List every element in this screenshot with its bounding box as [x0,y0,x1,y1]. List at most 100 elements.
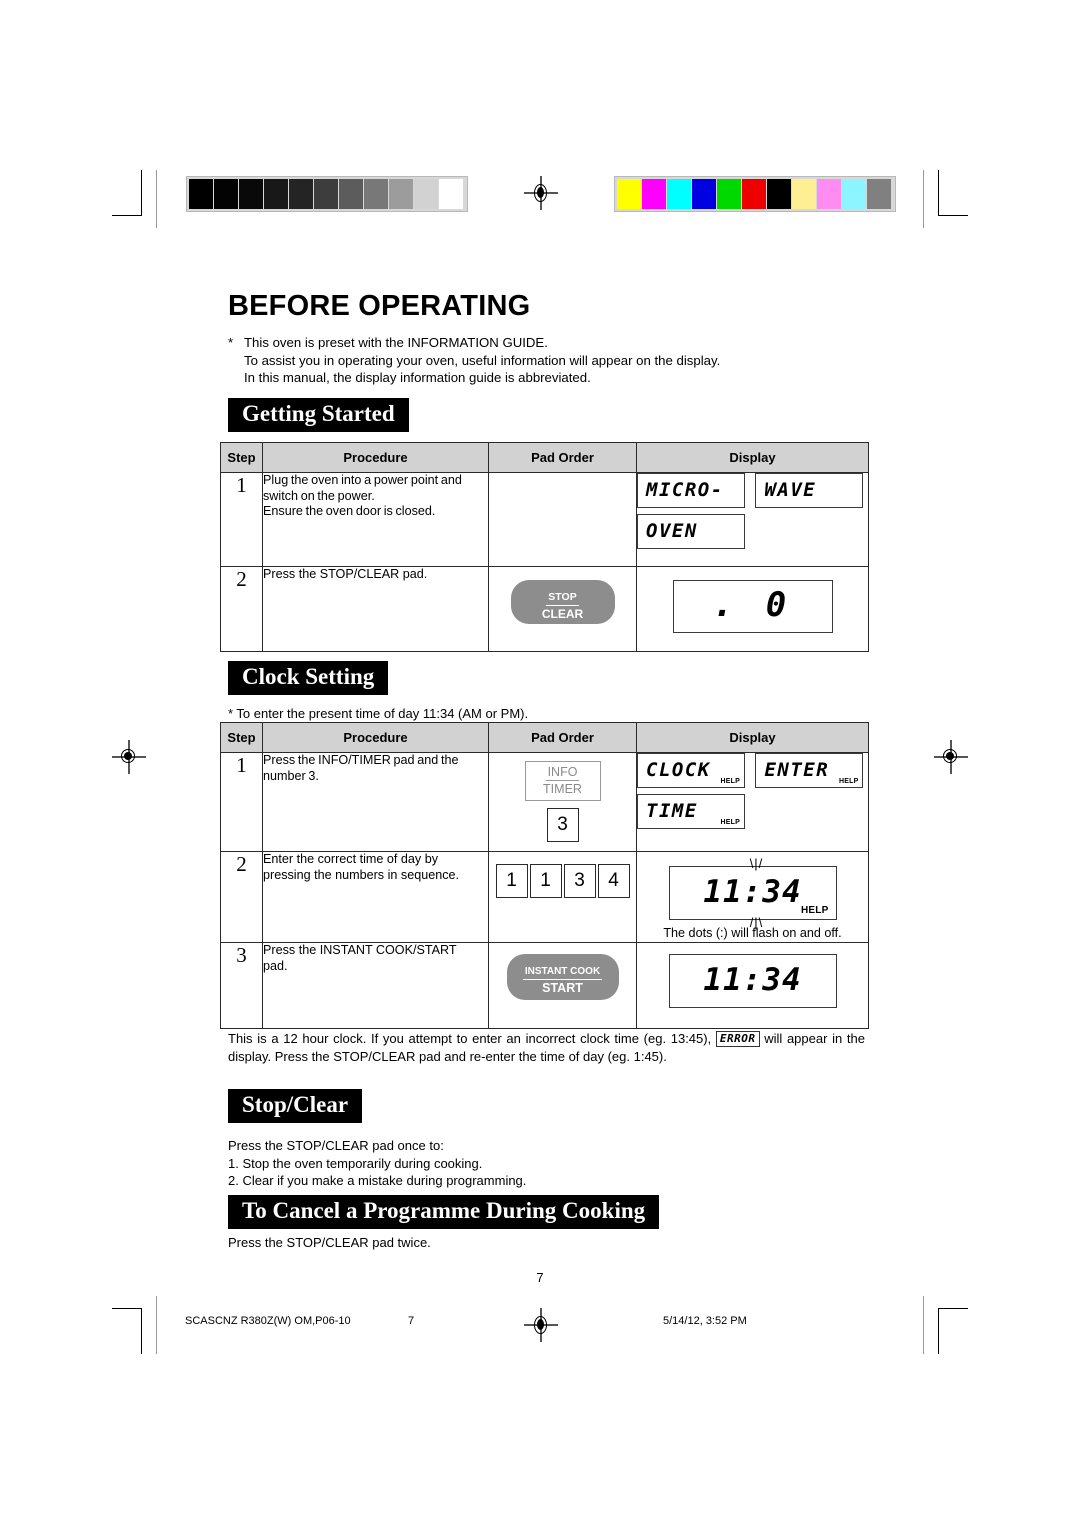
color-swatch [842,179,866,209]
help-indicator: HELP [838,778,859,785]
pad-info-timer[interactable]: INFO TIMER [524,761,601,801]
intro-line-1: This oven is preset with the INFORMATION… [244,335,548,350]
lcd-display-wave: WAVE [755,473,864,508]
procedure-cell: Enter the correct time of day by pressin… [262,851,489,943]
pad-number[interactable]: 4 [597,864,630,898]
lcd-display-zero: . 0 [672,580,833,633]
lcd-text: MICRO- [646,479,724,501]
pad-instant-cook-start[interactable]: INSTANT COOK START [506,954,619,1000]
procedure-line: Press the INSTANT COOK/START [263,943,457,957]
lcd-display-time-set: 11:34 [668,954,837,1008]
pad-number[interactable]: 1 [529,864,562,898]
grayscale-swatch [339,179,363,209]
table-row: 1 Plug the oven into a power point and s… [220,472,869,567]
grayscale-swatch [414,179,438,209]
step-number: 2 [220,566,263,652]
pad-number[interactable]: 3 [563,864,596,898]
pad-order-cell: 1134 [488,851,637,943]
stop-clear-intro: Press the STOP/CLEAR pad once to: [228,1138,444,1153]
color-swatch [667,179,691,209]
intro-line-2: To assist you in operating your oven, us… [244,352,721,368]
header-step: Step [220,442,263,473]
registration-target-right [934,740,968,774]
intro-block: * This oven is preset with the INFORMATI… [228,334,868,387]
registration-target-left [112,740,146,774]
step-number: 3 [220,942,263,1029]
header-pad-order: Pad Order [488,442,637,473]
procedure-line: Ensure the oven door is closed. [263,504,436,518]
color-calibration-bar [614,176,896,212]
header-procedure: Procedure [262,722,489,753]
display-cell: 11:34 [636,942,869,1029]
lcd-display-enter: ENTER HELP [755,753,864,788]
lcd-text: OVEN [646,520,698,542]
pad-number[interactable]: 1 [495,864,528,898]
help-indicator: HELP [720,778,740,785]
pad-label-bottom: CLEAR [541,607,584,621]
lcd-display-oven: OVEN [637,514,745,549]
procedure-cell: Plug the oven into a power point and swi… [262,472,489,567]
crop-mark-bottom-right [922,1296,968,1354]
grayscale-swatch [364,179,388,209]
grayscale-calibration-bar [186,176,468,212]
header-step: Step [220,722,263,753]
section-banner-getting-started: Getting Started [228,398,409,433]
registration-target-top-center [524,176,558,210]
header-pad-order: Pad Order [488,722,637,753]
color-swatch [767,179,791,209]
procedure-line: pad. [263,958,288,973]
section-banner-stop-clear: Stop/Clear [228,1089,363,1124]
crop-mark-top-left [112,170,158,228]
lcd-display-micro: MICRO- [637,473,745,508]
page-number: 7 [536,1270,544,1285]
color-swatch [792,179,816,209]
cancel-programme-body: Press the STOP/CLEAR pad twice. [228,1235,431,1250]
procedure-line: switch on the power. [263,488,375,503]
display-cell: \|/ 11:34 /|\ HELP The dots (:) will fla… [636,851,869,943]
step-number: 2 [220,851,263,943]
document-page: BEFORE OPERATING * This oven is preset w… [0,0,1080,1528]
lcd-display-error: ERROR [715,1030,760,1047]
grayscale-swatch [289,179,313,209]
crop-mark-bottom-left [112,1296,158,1354]
print-job-label: SCASCNZ R380Z(W) OM,P06-10 [185,1315,351,1327]
pad-order-cell [488,472,637,567]
clock-setting-note: * To enter the present time of day 11:34… [228,706,529,721]
pad-order-cell: INSTANT COOK START [488,942,637,1029]
pad-order-cell: INFO TIMER 3 [488,752,637,852]
print-timestamp: 5/14/12, 3:52 PM [663,1315,747,1327]
getting-started-table: Step Procedure Pad Order Display 1 Plug … [220,442,869,652]
step-number: 1 [220,752,263,852]
clock-setting-footnote: This is a 12 hour clock. If you attempt … [228,1030,865,1065]
table-row: 3 Press the INSTANT COOK/START pad. INST… [220,942,869,1029]
procedure-cell: Press the STOP/CLEAR pad. [262,566,489,652]
lcd-text: WAVE [764,479,817,501]
pad-number-3[interactable]: 3 [546,808,579,842]
pad-label-top: STOP [546,591,579,606]
table-row: 2 Enter the correct time of day by press… [220,851,869,943]
color-swatch [817,179,841,209]
list-item: 2. Clear if you make a mistake during pr… [228,1173,527,1188]
procedure-cell: Press the INSTANT COOK/START pad. [262,942,489,1029]
procedure-line: Plug the oven into a power point and [263,473,462,487]
help-indicator: HELP [720,819,740,826]
pad-stop-clear[interactable]: STOP CLEAR [510,580,615,624]
print-page-number: 7 [408,1315,415,1327]
color-swatch [692,179,716,209]
lcd-text: 11:34 [703,874,802,910]
lcd-text: 11:34 [703,962,802,998]
display-cell: . 0 [636,566,869,652]
color-swatch [717,179,741,209]
procedure-line: pressing the numbers in sequence. [263,867,460,882]
registration-target-bottom-center [524,1308,558,1342]
header-procedure: Procedure [262,442,489,473]
pad-order-cell: STOP CLEAR [488,566,637,652]
procedure-line: number 3. [263,768,319,783]
header-display: Display [636,722,869,753]
flash-rays-top-icon: \|/ [749,856,764,871]
procedure-line: Enter the correct time of day by [263,852,438,866]
grayscale-swatch [314,179,338,209]
procedure-line: Press the INFO/TIMER pad and the [263,753,459,767]
section-banner-clock-setting: Clock Setting [228,661,389,696]
step-number: 1 [220,472,263,567]
